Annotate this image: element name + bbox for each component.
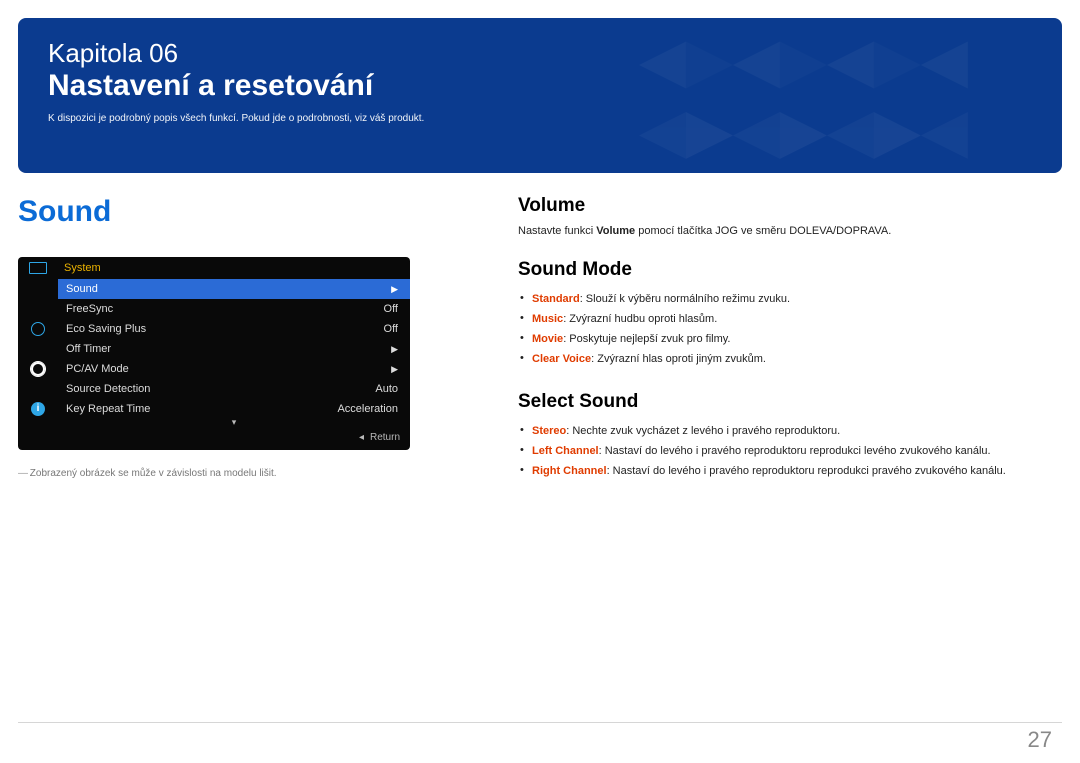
page-number: 27 (1028, 727, 1052, 753)
list-item: Stereo: Nechte zvuk vycházet z levého i … (518, 421, 1062, 441)
osd-row-label: Sound (66, 283, 98, 295)
sound-mode-list: Standard: Slouží k výběru normálního rež… (518, 289, 1062, 369)
chapter-title: Nastavení a resetování (48, 69, 1032, 103)
osd-row-keyrepeat[interactable]: Key Repeat Time Acceleration (58, 399, 410, 419)
osd-row-value: Off (384, 323, 398, 335)
list-item: Music: Zvýrazní hudbu oproti hlasům. (518, 309, 1062, 329)
chevron-right-icon: ▶ (391, 344, 398, 355)
osd-menu-rows: Sound ▶ FreeSync Off Eco Saving Plus Off… (18, 279, 410, 419)
right-column: Volume Nastavte funkci Volume pomocí tla… (518, 195, 1062, 481)
osd-row-sound[interactable]: Sound ▶ (58, 279, 410, 299)
osd-row-label: Eco Saving Plus (66, 323, 146, 335)
info-icon: i (31, 402, 45, 416)
footnote-dash: ― (18, 468, 27, 479)
list-item: Movie: Poskytuje nejlepší zvuk pro filmy… (518, 329, 1062, 349)
osd-row-eco[interactable]: Eco Saving Plus Off (58, 319, 410, 339)
heading-select-sound: Select Sound (518, 391, 1062, 413)
list-item: Right Channel: Nastaví do levého i pravé… (518, 461, 1062, 481)
gear-icon (31, 362, 45, 376)
osd-return-label[interactable]: Return (370, 432, 400, 443)
monitor-icon (29, 262, 47, 274)
brightness-icon (31, 322, 45, 336)
osd-row-label: Source Detection (66, 383, 150, 395)
osd-row-label: FreeSync (66, 303, 113, 315)
osd-row-value: Off (384, 303, 398, 315)
list-item: Clear Voice: Zvýrazní hlas oproti jiným … (518, 349, 1062, 369)
osd-icon-sidebar: i (18, 279, 58, 419)
chevron-right-icon: ▶ (391, 364, 398, 375)
chevron-down-icon: ▾ (58, 417, 410, 428)
left-column: Sound System i Sound ▶ (18, 195, 488, 481)
osd-row-label: Key Repeat Time (66, 403, 150, 415)
list-item: Standard: Slouží k výběru normálního rež… (518, 289, 1062, 309)
volume-description: Nastavte funkci Volume pomocí tlačítka J… (518, 225, 1062, 237)
heading-sound-mode: Sound Mode (518, 259, 1062, 281)
osd-row-pcav[interactable]: PC/AV Mode ▶ (58, 359, 410, 379)
select-sound-list: Stereo: Nechte zvuk vycházet z levého i … (518, 421, 1062, 481)
osd-footer: ◂ Return (18, 428, 410, 446)
osd-row-source[interactable]: Source Detection Auto (58, 379, 410, 399)
chapter-number: Kapitola 06 (48, 38, 1032, 69)
osd-row-freesync[interactable]: FreeSync Off (58, 299, 410, 319)
chapter-subtitle: K dispozici je podrobný popis všech funk… (48, 113, 1032, 124)
osd-row-value: Acceleration (337, 403, 398, 415)
osd-header: System (58, 257, 410, 279)
footer-rule (18, 722, 1062, 723)
osd-row-label: Off Timer (66, 343, 111, 355)
osd-row-offtimer[interactable]: Off Timer ▶ (58, 339, 410, 359)
section-heading-sound: Sound (18, 195, 488, 229)
osd-row-label: PC/AV Mode (66, 363, 129, 375)
osd-screenshot: System i Sound ▶ FreeSync (18, 257, 410, 450)
heading-volume: Volume (518, 195, 1062, 217)
osd-row-value: Auto (375, 383, 398, 395)
list-item: Left Channel: Nastaví do levého i pravéh… (518, 441, 1062, 461)
chevron-left-icon: ◂ (359, 432, 364, 443)
chapter-hero: Kapitola 06 Nastavení a resetování K dis… (18, 18, 1062, 173)
chevron-right-icon: ▶ (391, 284, 398, 295)
osd-footnote: ― Zobrazený obrázek se může v závislosti… (18, 464, 408, 479)
footnote-text: Zobrazený obrázek se může v závislosti n… (27, 468, 277, 479)
